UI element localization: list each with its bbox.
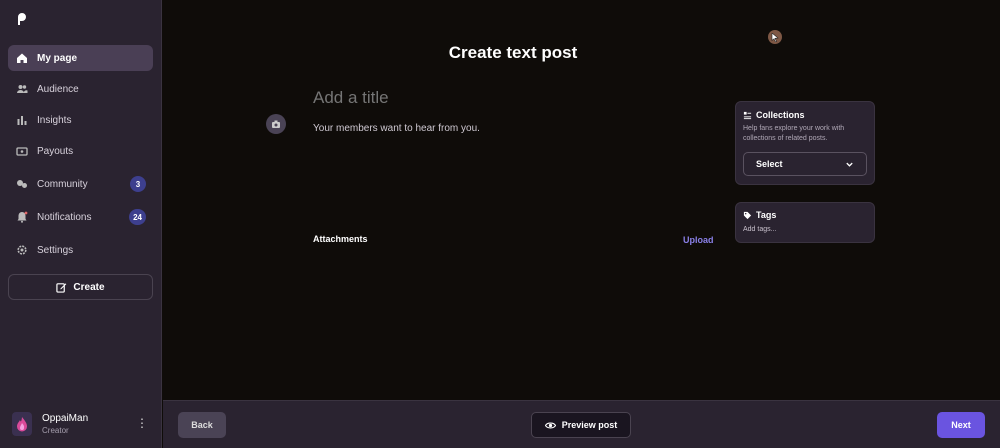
next-button[interactable]: Next [937, 412, 985, 438]
bar-chart-icon [16, 114, 28, 126]
back-button[interactable]: Back [178, 412, 226, 438]
chevron-down-icon [846, 162, 853, 167]
create-button[interactable]: Create [8, 274, 153, 300]
sidebar-item-label: Audience [37, 83, 79, 95]
sidebar-item-label: Payouts [37, 145, 74, 157]
sidebar-item-notifications[interactable]: Notifications 24 [8, 204, 153, 230]
add-cover-image-button[interactable] [266, 114, 286, 134]
community-icon [16, 178, 28, 190]
sidebar: My page Audience Insights Payouts Commun… [0, 0, 162, 448]
sidebar-item-my-page[interactable]: My page [8, 45, 153, 71]
tags-title: Tags [756, 210, 777, 220]
profile-name: OppaiMan [42, 413, 89, 424]
create-button-label: Create [73, 281, 105, 293]
sidebar-item-payouts[interactable]: Payouts [8, 138, 153, 164]
post-body-editor[interactable]: Your members want to hear from you. [313, 123, 480, 134]
avatar [12, 412, 32, 436]
more-vertical-icon[interactable]: ⋮ [136, 416, 148, 430]
logo-icon[interactable] [16, 12, 28, 26]
home-icon [16, 52, 28, 64]
preview-post-button[interactable]: Preview post [531, 412, 631, 438]
page-title: Create text post [448, 43, 578, 62]
notifications-count-badge: 24 [129, 209, 146, 225]
collections-panel: Collections Help fans explore your work … [735, 101, 875, 185]
people-icon [16, 83, 28, 95]
community-count-badge: 3 [130, 176, 146, 192]
tags-heading: Tags [743, 210, 867, 220]
eye-icon [544, 422, 556, 428]
profile-role: Creator [42, 426, 69, 435]
collections-select-value: Select [756, 159, 783, 169]
flame-icon [17, 417, 27, 432]
wallet-icon [16, 145, 28, 157]
tags-panel: Tags Add tags... [735, 202, 875, 243]
bell-icon [16, 211, 28, 223]
mouse-cursor-icon [768, 30, 782, 44]
gear-icon [16, 244, 28, 256]
sidebar-item-label: Insights [37, 114, 72, 126]
upload-link[interactable]: Upload [683, 235, 714, 245]
sidebar-item-label: My page [37, 52, 78, 64]
preview-post-label: Preview post [561, 420, 618, 430]
sidebar-item-settings[interactable]: Settings [8, 237, 153, 263]
collections-select[interactable]: Select [743, 152, 867, 176]
collections-title: Collections [756, 110, 805, 120]
sidebar-item-label: Community [37, 178, 88, 190]
sidebar-item-label: Notifications [37, 211, 92, 223]
tag-icon [743, 211, 752, 219]
profile-menu[interactable]: OppaiMan Creator ⋮ [12, 410, 152, 438]
collections-description: Help fans explore your work with collect… [743, 125, 845, 142]
edit-icon [56, 282, 67, 293]
camera-icon [272, 120, 280, 128]
post-title-input[interactable] [313, 86, 713, 110]
sidebar-item-community[interactable]: Community 3 [8, 171, 153, 197]
sidebar-item-audience[interactable]: Audience [8, 76, 153, 102]
sidebar-item-insights[interactable]: Insights [8, 107, 153, 133]
footer-bar: Back Preview post Next [163, 400, 1000, 448]
sidebar-item-label: Settings [37, 244, 74, 256]
collections-icon [743, 111, 752, 119]
collections-heading: Collections [743, 110, 867, 120]
attachments-label: Attachments [313, 234, 368, 244]
tags-input[interactable]: Add tags... [743, 225, 867, 235]
